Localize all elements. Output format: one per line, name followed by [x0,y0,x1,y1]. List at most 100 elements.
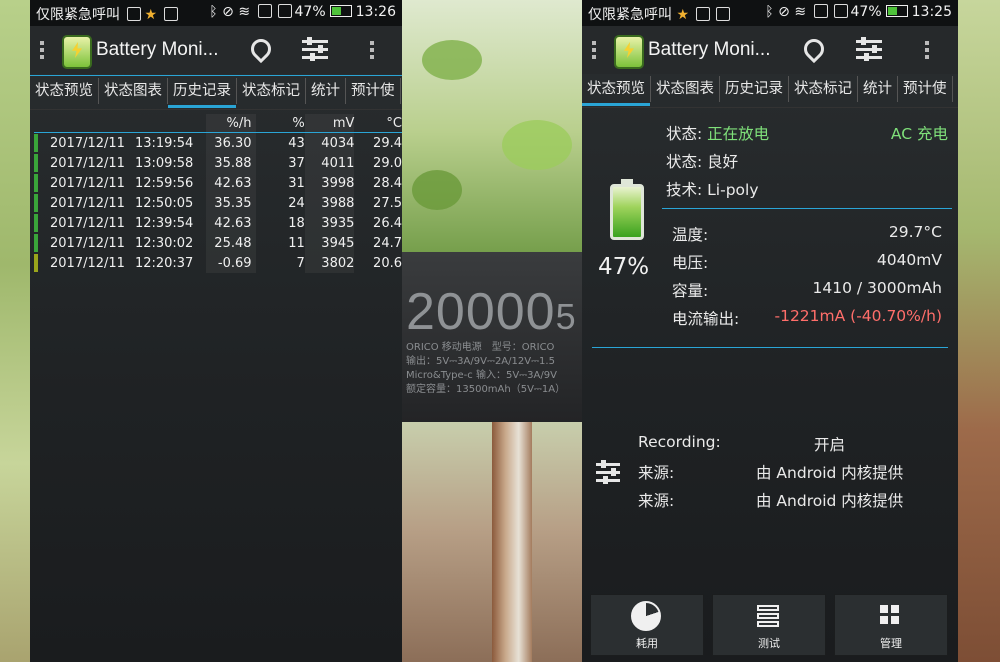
row-rate: 35.88 [205,153,256,173]
clock: 13:26 [355,4,396,20]
sim2-icon [833,4,848,18]
tab-history[interactable]: 历史记录 [168,78,237,108]
carrier-text: 仅限紧急呼叫 [36,7,120,23]
row-percent: 31 [288,175,305,191]
app-title: Battery Moni... [96,39,219,60]
row-temperature: 20.6 [373,255,402,271]
status-row: 状态: 正在放电 [666,122,769,144]
tab-markers[interactable]: 状态标记 [789,76,858,102]
table-row[interactable]: 2017/12/11 12:20:37 -0.69 7 3802 20.6 [34,253,402,273]
image-icon [164,7,179,21]
test-button-label: 测试 [758,637,780,650]
tab-overview[interactable]: 状态预览 [582,76,651,106]
row-date: 2017/12/11 [50,195,125,211]
power-bank-capacity: 200005 [406,283,577,341]
sim-icon [813,4,828,18]
mute-icon: ⊘ [778,4,790,20]
row-temperature: 29.4 [373,135,402,151]
carrier-text: 仅限紧急呼叫 [588,7,672,23]
row-percent: 24 [288,195,305,211]
row-date: 2017/12/11 [50,155,125,171]
row-rate: 42.63 [205,213,256,233]
table-row[interactable]: 2017/12/11 12:30:02 25.48 11 3945 24.7 [34,233,402,253]
row-time: 12:50:05 [134,195,194,211]
table-row[interactable]: 2017/12/11 12:50:05 35.35 24 3988 27.5 [34,193,402,213]
settings-sliders-icon[interactable] [856,37,882,61]
table-row[interactable]: 2017/12/11 13:19:54 36.30 43 4034 29.4 [34,132,402,153]
bluetooth-icon: ᛒ [765,4,774,20]
bottom-button-bar: 耗用 测试 管理 [590,594,952,656]
drawer-icon[interactable] [40,41,44,62]
star-icon: ★ [144,7,158,23]
row-rate: 42.63 [205,173,256,193]
tab-estimate[interactable]: 预计使 [898,76,953,102]
tab-overview[interactable]: 状态预览 [30,78,99,104]
health-value: 良好 [707,153,739,171]
table-row[interactable]: 2017/12/11 12:39:54 42.63 18 3935 26.4 [34,213,402,233]
row-percent: 18 [288,215,305,231]
row-datetime: 2017/12/11 12:59:56 [38,173,206,193]
tab-history[interactable]: 历史记录 [720,76,789,102]
technology-value: Li-poly [707,181,759,199]
usage-button[interactable]: 耗用 [590,594,704,656]
row-voltage: 4011 [304,153,355,173]
grid-icon [880,605,900,625]
row-temperature: 27.5 [373,195,402,211]
pie-chart-icon [631,601,661,631]
star-icon: ★ [676,7,690,23]
section-divider [662,208,952,209]
background-right-photo [958,0,1000,662]
phone-overview-screen: 仅限紧急呼叫 ★ ᛒ ⊘ ≋ 47% 13:25 Battery Moni... … [582,0,958,662]
row-date: 2017/12/11 [50,235,125,251]
sim-icon [257,4,272,18]
source-label: 来源: [638,492,675,510]
row-temperature: 28.4 [373,175,402,191]
health-label: 状态: [666,153,703,171]
row-percent: 43 [288,135,305,151]
overflow-menu-icon[interactable] [370,41,374,62]
manage-button[interactable]: 管理 [834,594,948,656]
temperature-value: 29.7°C [888,223,942,241]
tab-divider [30,75,402,76]
row-rate: -0.69 [205,253,256,273]
power-bank-label: 额定容量：13500mAh（5V⎓1A） [406,384,566,395]
row-time: 13:09:58 [134,155,194,171]
capacity-label: 容量: [672,282,709,300]
background-left-photo [0,0,30,662]
tab-markers[interactable]: 状态标记 [237,78,306,104]
tab-estimate[interactable]: 预计使 [346,78,401,104]
overflow-menu-icon[interactable] [925,41,929,62]
table-row[interactable]: 2017/12/11 12:59:56 42.63 31 3998 28.4 [34,173,402,193]
wifi-icon: ≋ [238,4,251,20]
row-date: 2017/12/11 [50,175,125,191]
source-label: 来源: [638,464,675,482]
column-header-percent: % [255,114,305,133]
app-bar: Battery Moni... [30,26,402,74]
row-time: 13:19:54 [134,135,194,151]
table-row[interactable]: 2017/12/11 13:09:58 35.88 37 4011 29.0 [34,153,402,173]
battery-percent: 47% [294,4,326,20]
tab-charts[interactable]: 状态图表 [99,78,168,104]
location-pin-icon[interactable] [799,34,829,64]
row-voltage: 3935 [304,213,355,233]
row-temperature: 29.0 [373,155,402,171]
tab-stats[interactable]: 统计 [306,78,346,104]
recording-settings-icon[interactable] [596,460,620,484]
test-button[interactable]: 测试 [712,594,826,656]
drawer-icon[interactable] [592,41,596,62]
app-title: Battery Moni... [648,39,771,60]
recording-value[interactable]: 开启 [814,433,845,455]
settings-sliders-icon[interactable] [302,37,328,61]
tab-charts[interactable]: 状态图表 [651,76,720,102]
ac-charge-label: AC 充电 [890,125,948,143]
table-header-row: %/h % mV °C [34,114,402,133]
power-bank-label: 输出：5V⎓3A/9V⎓2A/12V⎓1.5 [406,356,555,367]
technology-label: 技术: [666,181,703,199]
row-date: 2017/12/11 [50,135,125,151]
mute-icon: ⊘ [222,4,234,20]
tab-bottom-line [30,109,402,110]
wooden-post [492,422,532,662]
tab-stats[interactable]: 统计 [858,76,898,102]
temperature-label: 温度: [672,226,709,244]
location-pin-icon[interactable] [246,34,276,64]
